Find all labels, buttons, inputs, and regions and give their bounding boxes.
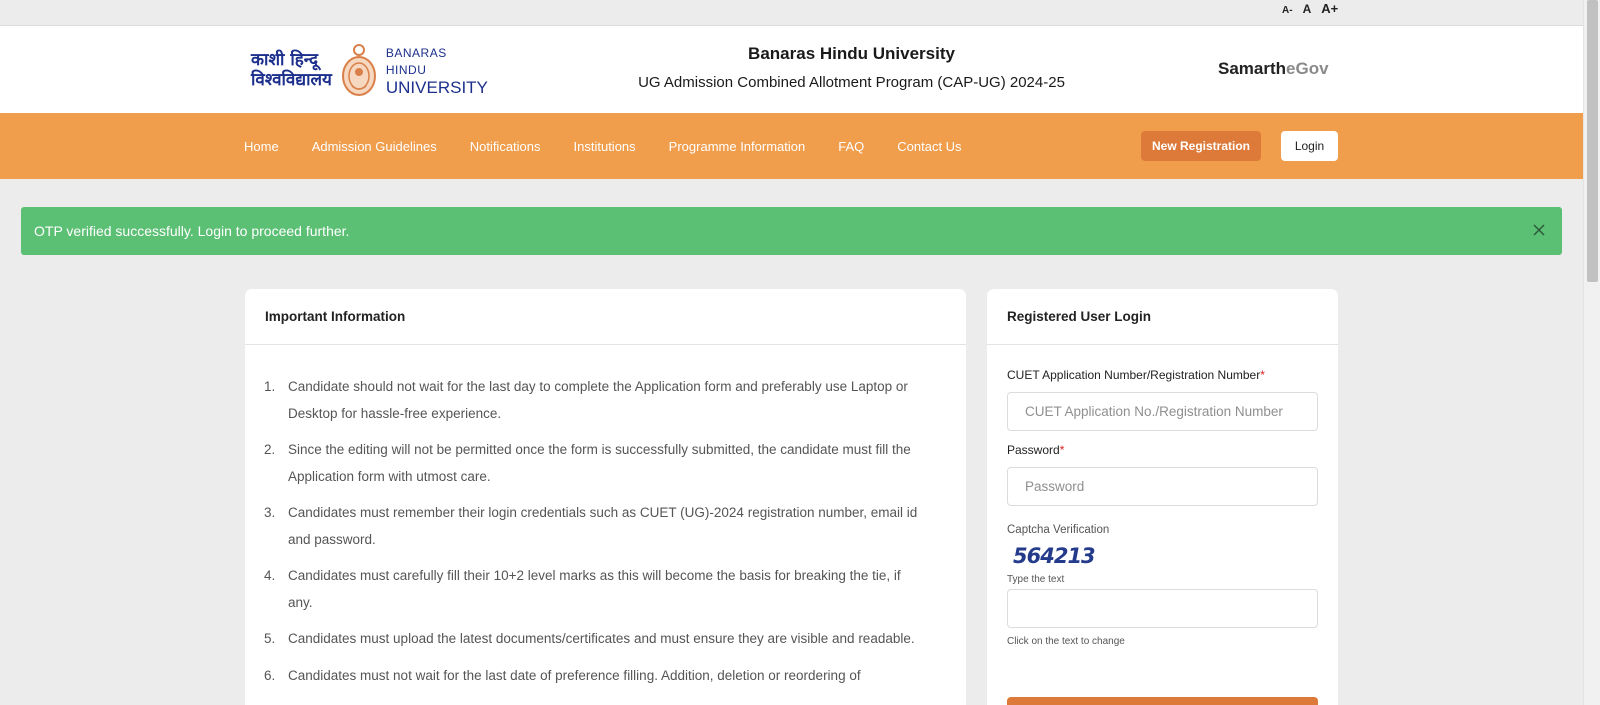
password-label: Password*: [1007, 443, 1318, 457]
information-list: 1. Candidate should not wait for the last…: [245, 345, 966, 689]
decrease-font-button[interactable]: A-: [1282, 5, 1293, 16]
page-scrollbar[interactable]: [1583, 0, 1600, 705]
application-number-input[interactable]: [1007, 392, 1318, 431]
normal-font-button[interactable]: A: [1303, 2, 1312, 16]
logo-english-line1: BANARAS HINDU: [385, 45, 447, 77]
nav-notifications[interactable]: Notifications: [470, 139, 541, 154]
close-icon[interactable]: [1528, 219, 1550, 241]
required-mark: *: [1059, 443, 1065, 457]
item-text: Since the editing will not be permitted …: [288, 442, 911, 484]
list-item: 2. Since the editing will not be permitte…: [264, 437, 926, 490]
nav-home[interactable]: Home: [244, 139, 279, 154]
captcha-input[interactable]: [1007, 589, 1318, 628]
item-number: 3.: [264, 505, 276, 520]
site-header: काशी हिन्दू विश्वविद्यालय BANARAS HINDU …: [0, 26, 1583, 113]
alert-message: OTP verified successfully. Login to proc…: [34, 223, 350, 239]
list-item: 3. Candidates must remember their login c…: [264, 500, 926, 553]
brand-sub: eGov: [1286, 59, 1329, 78]
item-number: 1.: [264, 379, 276, 394]
logo-english-text: BANARAS HINDU UNIVERSITY: [386, 45, 491, 96]
nav-programme-information[interactable]: Programme Information: [669, 139, 806, 154]
nav-contact-us[interactable]: Contact Us: [897, 139, 961, 154]
success-alert: OTP verified successfully. Login to proc…: [21, 207, 1562, 255]
login-form: CUET Application Number/Registration Num…: [987, 345, 1338, 647]
type-text-label: Type the text: [1007, 574, 1065, 585]
application-number-label-text: CUET Application Number/Registration Num…: [1007, 368, 1261, 382]
item-number: 2.: [264, 442, 276, 457]
login-card-title: Registered User Login: [987, 289, 1338, 345]
application-number-label: CUET Application Number/Registration Num…: [1007, 368, 1318, 382]
login-submit-button[interactable]: [1007, 697, 1318, 705]
top-utility-bar: A- A A+: [0, 0, 1583, 26]
list-item: 1. Candidate should not wait for the last…: [264, 374, 926, 427]
logo-hindi-line2: विश्वविद्यालय: [251, 70, 332, 90]
list-item: 6. Candidates must not wait for the last …: [264, 663, 926, 690]
logo-hindi-text: काशी हिन्दू विश्वविद्यालय: [251, 50, 332, 90]
new-registration-button[interactable]: New Registration: [1141, 131, 1261, 161]
item-text: Candidates must carefully fill their 10+…: [288, 568, 901, 610]
nav-institutions[interactable]: Institutions: [574, 139, 636, 154]
captcha-label: Captcha Verification: [1007, 524, 1110, 536]
item-number: 5.: [264, 631, 276, 646]
logo-english-line2: UNIVERSITY: [385, 77, 488, 97]
list-item: 5. Candidates must upload the latest docu…: [264, 626, 926, 653]
captcha-image[interactable]: 564213: [1013, 544, 1318, 568]
brand-main: Samarth: [1218, 59, 1287, 78]
item-text: Candidates must not wait for the last da…: [288, 667, 861, 683]
registered-user-login-card: Registered User Login CUET Application N…: [987, 289, 1338, 705]
item-text: Candidates must upload the latest docume…: [288, 631, 915, 646]
required-mark: *: [1260, 368, 1265, 382]
list-item: 4. Candidates must carefully fill their 1…: [264, 563, 926, 616]
header-titles: Banaras Hindu University UG Admission Co…: [600, 44, 1103, 91]
nav-admission-guidelines[interactable]: Admission Guidelines: [312, 139, 437, 154]
captcha-hint: Click on the text to change: [1007, 636, 1125, 647]
logo-hindi-line1: काशी हिन्दू: [251, 50, 319, 70]
important-information-title: Important Information: [245, 289, 966, 345]
password-label-text: Password: [1007, 443, 1060, 457]
nav-faq[interactable]: FAQ: [838, 139, 864, 154]
font-size-controls: A- A A+: [1282, 1, 1338, 16]
item-text: Candidates must remember their login cre…: [288, 505, 918, 547]
nav-links: Home Admission Guidelines Notifications …: [244, 113, 995, 179]
samarth-egov-brand: SamartheGov: [1218, 59, 1329, 79]
main-navbar: Home Admission Guidelines Notifications …: [0, 113, 1583, 179]
item-text: Candidate should not wait for the last d…: [288, 379, 908, 421]
login-button[interactable]: Login: [1281, 131, 1338, 161]
scrollbar-thumb[interactable]: [1587, 0, 1598, 282]
university-logo[interactable]: काशी हिन्दू विश्वविद्यालय BANARAS HINDU …: [251, 40, 491, 100]
university-title: Banaras Hindu University: [748, 44, 955, 63]
university-seal-icon: [341, 44, 376, 96]
item-number: 4.: [264, 568, 276, 583]
program-title: UG Admission Combined Allotment Program …: [638, 74, 1065, 91]
item-number: 6.: [264, 667, 276, 683]
password-input[interactable]: [1007, 467, 1318, 506]
increase-font-button[interactable]: A+: [1321, 1, 1338, 16]
important-information-card: Important Information 1. Candidate should…: [245, 289, 966, 705]
